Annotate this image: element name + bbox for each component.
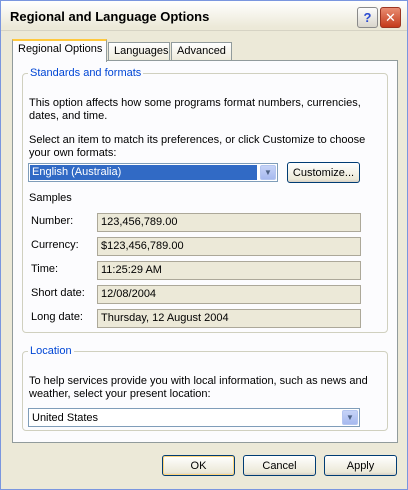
- apply-button[interactable]: Apply: [324, 455, 397, 476]
- sample-value-currency: $123,456,789.00: [97, 237, 361, 256]
- location-description: To help services provide you with local …: [29, 375, 368, 400]
- title-bar[interactable]: Regional and Language Options ? ✕: [1, 1, 407, 31]
- format-dropdown[interactable]: English (Australia) ▼: [28, 163, 278, 182]
- close-icon: ✕: [385, 9, 396, 25]
- help-button[interactable]: ?: [357, 7, 378, 28]
- dialog-window: Regional and Language Options ? ✕ Region…: [0, 0, 408, 490]
- location-legend: Location: [30, 345, 72, 357]
- help-icon: ?: [363, 10, 372, 25]
- customize-button[interactable]: Customize...: [287, 162, 360, 183]
- sample-value-time: 11:25:29 AM: [97, 261, 361, 280]
- tab-panel-regional-options: Standards and formats This option affect…: [12, 60, 398, 443]
- sample-value-long-date: Thursday, 12 August 2004: [97, 309, 361, 328]
- sample-label-time: Time:: [31, 263, 59, 275]
- tab-advanced[interactable]: Advanced: [171, 42, 232, 61]
- sample-label-currency: Currency:: [31, 239, 79, 251]
- cancel-button[interactable]: Cancel: [243, 455, 316, 476]
- location-group: Location To help services provide you wi…: [22, 345, 388, 431]
- tab-label: Advanced: [177, 45, 226, 57]
- sample-value-number: 123,456,789.00: [97, 213, 361, 232]
- format-dropdown-value: English (Australia): [30, 165, 257, 180]
- sample-label-number: Number:: [31, 215, 74, 227]
- tab-regional-options[interactable]: Regional Options: [12, 39, 107, 62]
- standards-group: Standards and formats This option affect…: [22, 67, 388, 333]
- samples-heading: Samples: [29, 192, 72, 204]
- location-dropdown[interactable]: United States ▼: [28, 408, 360, 427]
- ok-button[interactable]: OK: [162, 455, 235, 476]
- location-dropdown-value: United States: [32, 412, 99, 424]
- standards-legend: Standards and formats: [30, 67, 142, 79]
- chevron-down-icon[interactable]: ▼: [260, 165, 276, 180]
- sample-value-short-date: 12/08/2004: [97, 285, 361, 304]
- window-title: Regional and Language Options: [10, 9, 210, 24]
- standards-instruction: Select an item to match its preferences,…: [29, 134, 366, 159]
- tab-label: Regional Options: [18, 43, 103, 55]
- chevron-down-icon[interactable]: ▼: [342, 410, 358, 425]
- sample-label-short-date: Short date:: [31, 287, 85, 299]
- tab-languages[interactable]: Languages: [108, 42, 170, 61]
- sample-label-long-date: Long date:: [31, 311, 83, 323]
- tab-label: Languages: [114, 45, 169, 57]
- close-button[interactable]: ✕: [380, 7, 401, 28]
- standards-description: This option affects how some programs fo…: [29, 97, 361, 122]
